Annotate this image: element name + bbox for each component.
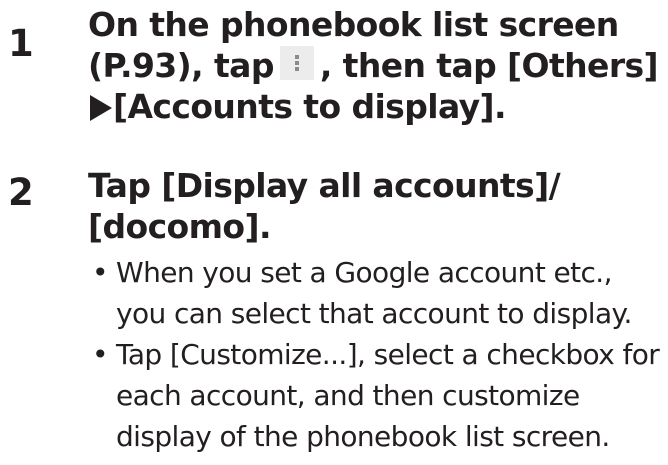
step-number: 1: [8, 22, 34, 65]
bullet-marker: •: [92, 338, 109, 371]
list-item: • Tap [Customize...], select a checkbox …: [88, 334, 668, 457]
step-instruction: Tap [Display all accounts]/ [docomo].: [88, 166, 561, 246]
step-instruction: On the phonebook list screen (P.93), tap…: [88, 4, 663, 127]
note-text: Tap [Customize...], select a checkbox fo…: [116, 338, 660, 453]
page: { "steps": [ { "number": "1", "text_befo…: [0, 0, 668, 465]
bullet-marker: •: [92, 256, 109, 289]
menu-overflow-icon: [279, 46, 314, 80]
step-number: 2: [8, 171, 34, 214]
note-text: When you set a Google account etc., you …: [116, 256, 632, 330]
list-item: • When you set a Google account etc., yo…: [88, 252, 668, 334]
note-list: • When you set a Google account etc., yo…: [88, 252, 668, 457]
step-text-part: , then tap [Others]: [319, 46, 659, 85]
right-triangle-icon: [90, 95, 112, 121]
step-text-part: [Accounts to display].: [113, 87, 507, 126]
